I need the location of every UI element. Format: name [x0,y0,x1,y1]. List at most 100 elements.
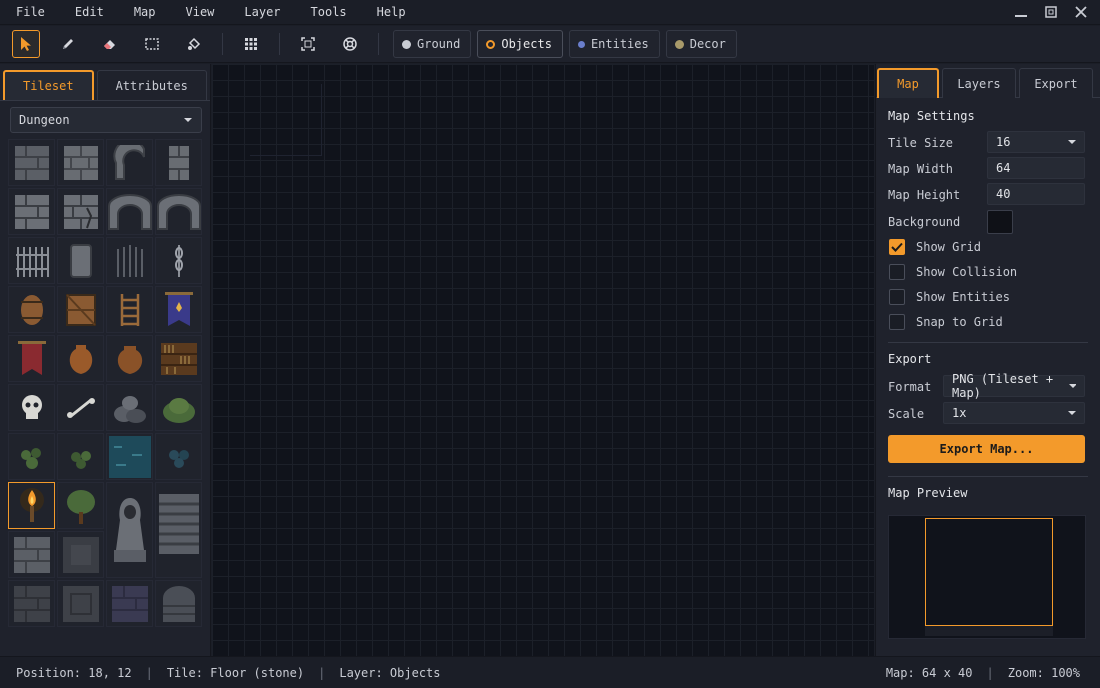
eraser-tool-button[interactable] [96,30,124,58]
tile-stone-pillar[interactable] [155,139,202,186]
tileset-dropdown[interactable]: Dungeon [10,107,202,133]
format-select[interactable]: PNG (Tileset + Map) [943,372,1085,400]
show-grid-checkbox-row[interactable]: Show Grid [889,239,981,255]
tile-stone-arch-2[interactable] [155,188,202,235]
minimize-button[interactable] [1010,2,1032,22]
tile-stone-floor[interactable] [8,139,55,186]
tab-map[interactable]: Map [877,68,939,98]
tile-stone-arch[interactable] [106,188,153,235]
snap-to-grid-checkbox-row[interactable]: Snap to Grid [889,314,1003,330]
menu-view[interactable]: View [171,5,230,19]
show-collision-checkbox-row[interactable]: Show Collision [889,264,1017,280]
chevron-down-icon [1068,410,1076,415]
tile-stone-wall[interactable] [8,188,55,235]
layer-objects-button[interactable]: Objects [477,30,563,58]
layer-entities-button[interactable]: Entities [568,30,660,58]
tile-moss[interactable] [8,433,55,480]
tile-crate[interactable] [57,286,104,333]
preview-scrollbar[interactable] [925,626,1053,636]
tab-layers[interactable]: Layers [942,68,1016,98]
menu-edit[interactable]: Edit [60,5,119,19]
tile-banner-blue[interactable] [155,286,202,333]
tile-stone-frame[interactable] [57,580,104,627]
rect-select-tool-button[interactable] [138,30,166,58]
maximize-button[interactable] [1040,2,1062,22]
preview-viewport[interactable] [925,518,1053,626]
layer-ground-button[interactable]: Ground [393,30,472,58]
tile-water[interactable] [106,433,153,480]
close-button[interactable] [1070,2,1092,22]
show-entities-checkbox-row[interactable]: Show Entities [889,289,1010,305]
tab-export[interactable]: Export [1019,68,1093,98]
tab-tileset[interactable]: Tileset [3,70,94,100]
toolbar-divider [279,33,280,55]
map-width-input[interactable]: 64 [987,157,1085,179]
tile-stairs[interactable] [155,482,202,578]
status-zoom: Zoom: 100% [1007,666,1080,680]
tile-chain[interactable] [155,237,202,284]
fill-tool-button[interactable] [180,30,208,58]
menu-map[interactable]: Map [119,5,171,19]
tree-icon [66,489,95,524]
layer-decor-button[interactable]: Decor [665,30,737,58]
stairs-icon [158,494,199,554]
tile-bookshelf[interactable] [155,335,202,382]
background-color-swatch[interactable] [987,210,1013,234]
tile-stone-arch-door[interactable] [155,580,202,627]
tile-pot[interactable] [57,335,104,382]
menu-layer[interactable]: Layer [229,5,295,19]
map-canvas[interactable] [212,64,874,656]
tile-skull[interactable] [8,384,55,431]
tile-banner-red[interactable] [8,335,55,382]
tile-size-select[interactable]: 16 [987,131,1085,153]
tile-purple-floor[interactable] [106,580,153,627]
menu-file[interactable]: File [0,5,60,19]
tile-size-label: Tile Size [888,136,954,150]
layer-label: Decor [689,37,726,51]
pencil-tool-button[interactable] [54,30,82,58]
tile-water-plant[interactable] [155,433,202,480]
water-icon [108,435,151,478]
grid-toggle-button[interactable] [237,30,265,58]
tile-bush[interactable] [155,384,202,431]
tile-iron-fence[interactable] [8,237,55,284]
show-entities-checkbox[interactable] [889,289,905,305]
tile-tree[interactable] [57,482,104,529]
map-height-input[interactable]: 40 [987,183,1085,205]
tile-statue[interactable] [106,482,153,578]
tile-bone[interactable] [57,384,104,431]
select-tool-button[interactable] [12,30,40,58]
menu-help[interactable]: Help [362,5,421,19]
snap-to-grid-checkbox[interactable] [889,314,905,330]
tile-barrel[interactable] [8,286,55,333]
layer-label: Objects [501,37,552,51]
show-collision-checkbox[interactable] [889,264,905,280]
tile-stone-wall-cracked[interactable] [57,188,104,235]
tile-torch[interactable] [8,482,55,529]
purple-floor-icon [111,585,148,622]
menu-tools[interactable]: Tools [296,5,362,19]
scale-select[interactable]: 1x [943,402,1085,424]
barrel-icon [20,294,43,325]
map-preview[interactable] [888,515,1086,639]
tile-rocks[interactable] [106,384,153,431]
tile-ladder[interactable] [106,286,153,333]
export-title: Export [888,352,932,366]
tile-dark-floor[interactable] [57,531,104,578]
rectangle-select-icon [145,38,159,50]
center-view-button[interactable] [336,30,364,58]
export-map-button[interactable]: Export Map... [888,435,1085,463]
show-grid-checkbox[interactable] [889,239,905,255]
scale-label: Scale [888,407,925,421]
status-separator: | [145,666,153,680]
tile-stone-slab[interactable] [8,531,55,578]
tile-cobble[interactable] [8,580,55,627]
tab-attributes[interactable]: Attributes [96,70,207,100]
tile-moss-2[interactable] [57,433,104,480]
tile-stone-door[interactable] [57,237,104,284]
fit-view-button[interactable] [294,30,322,58]
tile-iron-bars[interactable] [106,237,153,284]
tile-stone-floor-2[interactable] [57,139,104,186]
tile-stone-corner[interactable] [106,139,153,186]
tile-pot-2[interactable] [106,335,153,382]
